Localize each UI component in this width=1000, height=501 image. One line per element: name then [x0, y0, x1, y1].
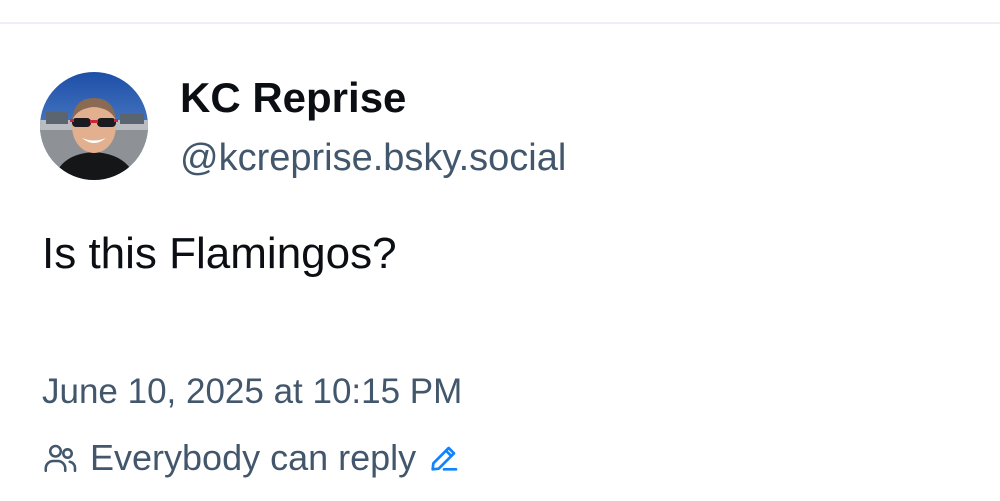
author-handle[interactable]: @kcreprise.bsky.social [180, 134, 566, 182]
post-thread-item: KC Reprise @kcreprise.bsky.social Is thi… [0, 24, 1000, 501]
reply-setting-label: Everybody can reply [90, 437, 417, 478]
post-text: Is this Flamingos? [42, 229, 397, 278]
people-icon [44, 444, 77, 473]
author-display-name[interactable]: KC Reprise [180, 72, 406, 124]
avatar-photo [40, 72, 148, 180]
pencil-icon[interactable] [428, 442, 460, 474]
reply-settings: Everybody can reply [42, 436, 460, 480]
avatar[interactable] [40, 72, 148, 180]
post-timestamp: June 10, 2025 at 10:15 PM [42, 372, 463, 411]
